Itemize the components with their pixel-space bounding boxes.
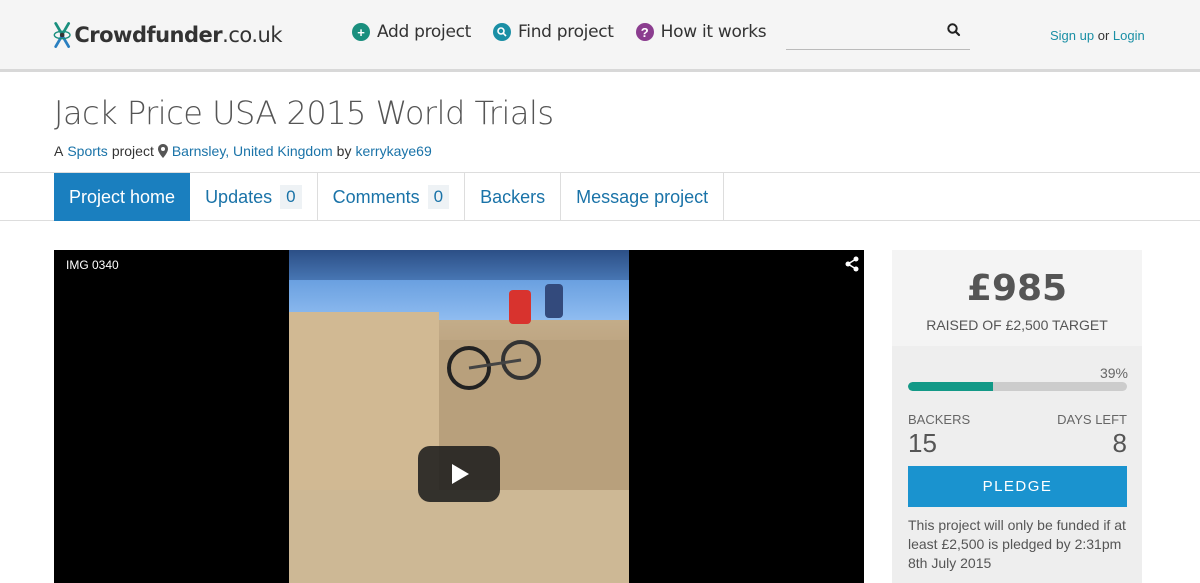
funding-stats-panel: £985 RAISED OF £2,500 TARGET 39% BACKERS… bbox=[892, 250, 1142, 583]
comments-count-badge: 0 bbox=[427, 185, 450, 209]
amount-raised: £985 bbox=[966, 268, 1068, 309]
owner-link[interactable]: kerrykaye69 bbox=[355, 143, 431, 159]
share-icon[interactable] bbox=[844, 256, 860, 272]
bike-icon bbox=[447, 340, 541, 390]
days-left-count: 8 bbox=[1112, 428, 1127, 458]
login-link[interactable]: Login bbox=[1113, 28, 1145, 43]
location-link[interactable]: Barnsley, United Kingdom bbox=[172, 143, 333, 159]
category-link[interactable]: Sports bbox=[67, 143, 107, 159]
logo-text: Crowdfunder.co.uk bbox=[74, 23, 282, 47]
meta-by-word: by bbox=[336, 143, 352, 159]
funding-condition-note: This project will only be funded if at l… bbox=[908, 517, 1126, 571]
nav-how-it-works-label: How it works bbox=[660, 22, 767, 42]
backers-count: 15 bbox=[908, 428, 937, 458]
video-thumbnail bbox=[289, 250, 629, 583]
video-caption: IMG 0340 bbox=[66, 258, 119, 272]
top-header: Crowdfunder.co.uk + Add project Find pro… bbox=[0, 0, 1200, 72]
funding-percent: 39% bbox=[1099, 365, 1128, 381]
tab-project-home-label: Project home bbox=[69, 186, 176, 207]
funding-progress-fill bbox=[908, 382, 994, 391]
funding-progress-bar bbox=[908, 382, 1127, 391]
location-pin-icon bbox=[157, 144, 168, 158]
rock-ground bbox=[289, 490, 629, 583]
search-input[interactable] bbox=[786, 14, 936, 48]
tab-project-home[interactable]: Project home bbox=[54, 173, 191, 221]
rider-blue bbox=[545, 284, 563, 318]
tab-updates[interactable]: Updates 0 bbox=[190, 173, 318, 221]
nav-how-it-works[interactable]: ? How it works bbox=[635, 22, 767, 42]
pledge-button[interactable]: PLEDGE bbox=[908, 466, 1127, 507]
tab-updates-label: Updates bbox=[205, 186, 273, 207]
updates-count-badge: 0 bbox=[280, 185, 302, 209]
question-icon: ? bbox=[635, 23, 654, 41]
meta-prefix: A bbox=[54, 143, 64, 159]
signup-link[interactable]: Sign up bbox=[1050, 28, 1094, 43]
tab-message-project[interactable]: Message project bbox=[561, 173, 725, 221]
play-button[interactable] bbox=[418, 446, 500, 502]
rider-red bbox=[509, 290, 531, 324]
search-icon bbox=[493, 23, 512, 41]
backers-label: BACKERS bbox=[908, 412, 971, 427]
tab-backers[interactable]: Backers bbox=[465, 173, 562, 221]
nav-add-project[interactable]: + Add project bbox=[352, 22, 471, 42]
project-meta: A Sports project Barnsley, United Kingdo… bbox=[54, 143, 436, 159]
crowdfunder-logo[interactable]: Crowdfunder.co.uk bbox=[52, 6, 282, 64]
search-icon[interactable] bbox=[946, 22, 962, 38]
meta-project-word: project bbox=[111, 143, 154, 159]
nav-find-project-label: Find project bbox=[518, 22, 614, 42]
funding-summary: £985 RAISED OF £2,500 TARGET bbox=[892, 250, 1142, 346]
auth-links: Sign up or Login bbox=[1050, 28, 1145, 43]
search-box bbox=[786, 14, 970, 50]
project-tabs: Project home Updates 0 Comments 0 Backer… bbox=[54, 173, 725, 221]
tab-comments[interactable]: Comments 0 bbox=[318, 173, 466, 221]
project-tabs-bar: Project home Updates 0 Comments 0 Backer… bbox=[0, 172, 1200, 221]
plus-icon: + bbox=[352, 23, 370, 41]
project-video[interactable]: IMG 0340 bbox=[54, 250, 864, 583]
play-icon bbox=[452, 464, 469, 484]
auth-or-text: or bbox=[1097, 28, 1110, 43]
funding-target: RAISED OF £2,500 TARGET bbox=[926, 317, 1108, 333]
tab-backers-label: Backers bbox=[480, 186, 546, 207]
rock-left bbox=[289, 312, 439, 492]
main-nav: + Add project Find project ? How it work… bbox=[352, 22, 788, 42]
days-left-label: DAYS LEFT bbox=[1057, 412, 1127, 427]
nav-find-project[interactable]: Find project bbox=[493, 22, 614, 42]
tab-comments-label: Comments bbox=[332, 186, 420, 207]
project-title: Jack Price USA 2015 World Trials bbox=[54, 94, 554, 132]
nav-add-project-label: Add project bbox=[377, 22, 472, 42]
tab-message-project-label: Message project bbox=[576, 186, 709, 207]
crowdfunder-logo-icon bbox=[53, 22, 71, 48]
